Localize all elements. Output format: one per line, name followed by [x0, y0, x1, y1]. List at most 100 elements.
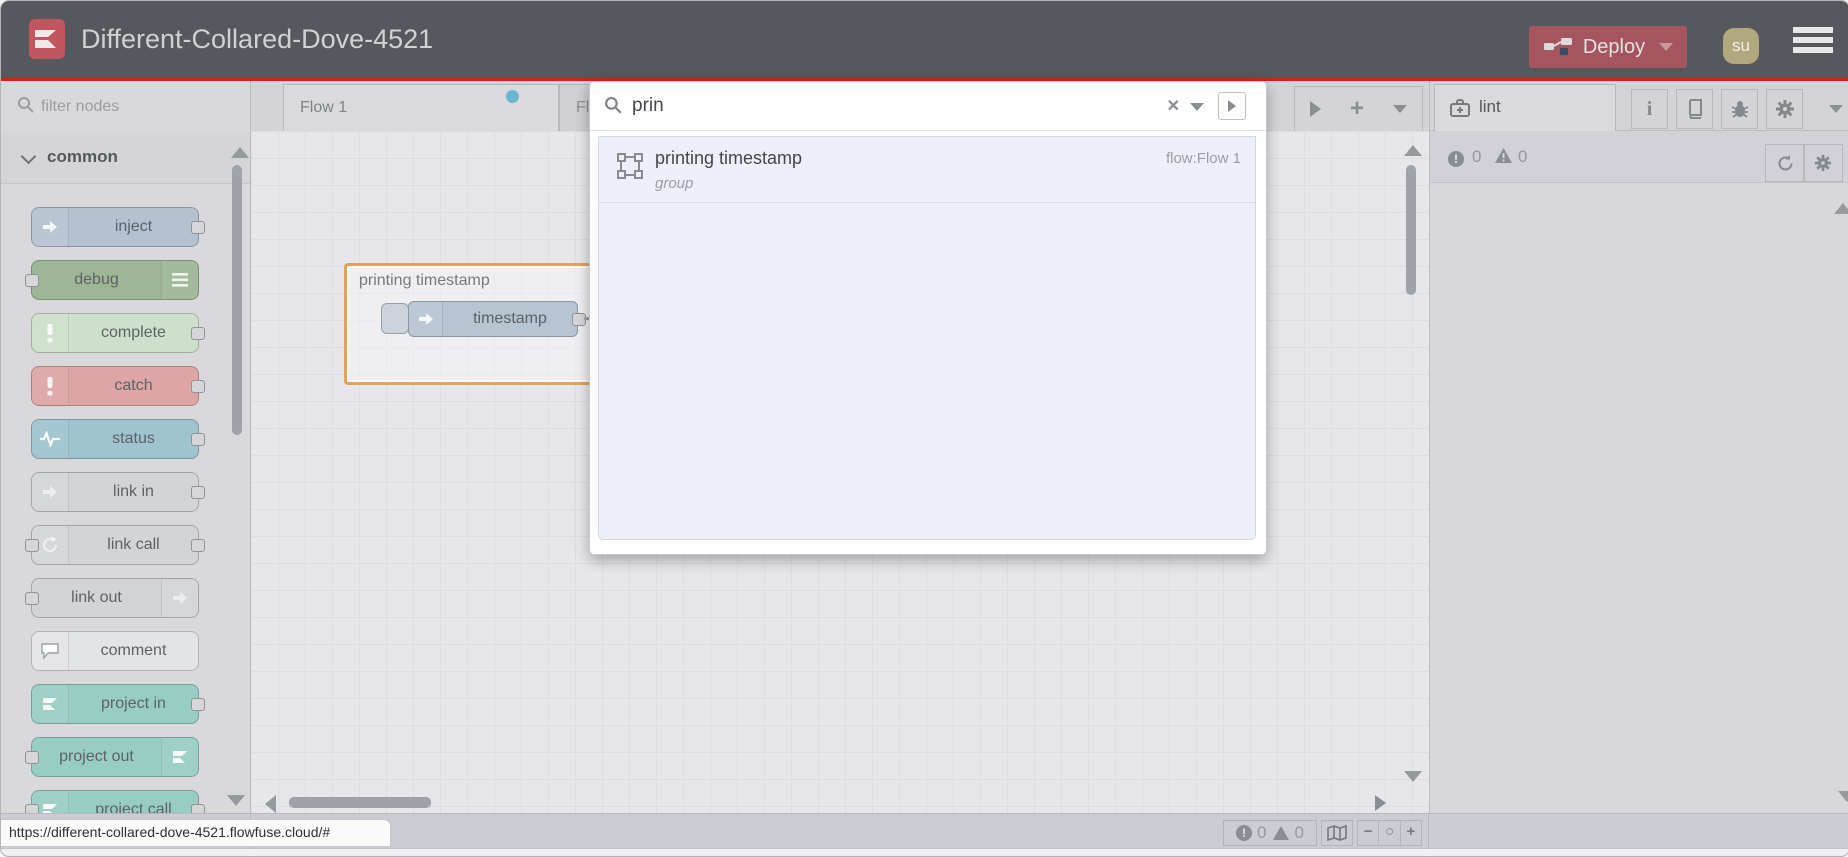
node-port[interactable]: [191, 327, 205, 340]
node-port[interactable]: [191, 698, 205, 711]
search-input[interactable]: [630, 90, 1154, 122]
sidebar-tab-lint[interactable]: lint: [1434, 84, 1616, 131]
sidebar-header: lint i: [1429, 81, 1848, 131]
palette-node-label: link out: [71, 589, 122, 606]
medkit-icon: [1449, 98, 1471, 118]
palette-node-project-in[interactable]: project in: [31, 684, 205, 724]
tab-toolbar: +: [1294, 86, 1423, 132]
node-port[interactable]: [25, 751, 39, 764]
palette-category-common[interactable]: common: [1, 131, 250, 184]
lint-panel: [1429, 183, 1848, 813]
browser-status-url: https://different-collared-dove-4521.flo…: [1, 819, 391, 847]
palette-node-comment[interactable]: comment: [31, 631, 199, 671]
tab-flow1[interactable]: Flow 1: [283, 84, 559, 132]
expand-results-icon[interactable]: [1218, 92, 1246, 120]
canvas-scroll-right-icon[interactable]: [1375, 795, 1386, 811]
node-port[interactable]: [191, 804, 205, 813]
canvas-scroll-down-icon[interactable]: [1404, 771, 1422, 782]
status-url-text: https://different-collared-dove-4521.flo…: [9, 824, 331, 840]
deploy-nodes-icon: [1543, 35, 1573, 59]
search-dialog: ✕ printing timestamp flow:Flow 1 group: [589, 81, 1267, 555]
palette-node-label: link call: [107, 536, 160, 553]
history-caret-icon[interactable]: [1190, 103, 1204, 111]
lint-refresh-button[interactable]: [1765, 144, 1805, 182]
flowfuse-icon: [32, 685, 69, 723]
search-row: ✕: [590, 82, 1266, 131]
palette-scroll-up-icon[interactable]: [231, 147, 249, 158]
flow-list-caret-icon[interactable]: [1393, 105, 1408, 113]
scroll-tabs-right-icon[interactable]: [1309, 101, 1321, 117]
config-nodes-button[interactable]: [1766, 89, 1803, 129]
palette-category-label: common: [47, 147, 118, 166]
palette-node-catch[interactable]: catch: [31, 366, 205, 406]
lint-settings-button[interactable]: [1803, 144, 1843, 182]
add-flow-icon[interactable]: +: [1350, 97, 1364, 121]
link-out-icon: [161, 579, 198, 617]
search-result-row[interactable]: printing timestamp flow:Flow 1 group: [599, 137, 1255, 203]
canvas-scroll-up-icon[interactable]: [1404, 145, 1422, 156]
inject-node-timestamp[interactable]: timestamp: [408, 301, 578, 337]
node-port[interactable]: [191, 486, 205, 499]
node-port[interactable]: [191, 539, 205, 552]
avatar[interactable]: su: [1723, 28, 1759, 64]
palette-node-label: project in: [101, 695, 166, 712]
filter-nodes-input[interactable]: [39, 91, 233, 123]
group-icon: [617, 153, 643, 179]
exclamation-icon: [32, 367, 69, 405]
palette-node-label: catch: [114, 377, 153, 394]
search-result-list: printing timestamp flow:Flow 1 group: [598, 136, 1256, 540]
canvas-vscrollbar-thumb[interactable]: [1406, 165, 1416, 295]
palette-node-status[interactable]: status: [31, 419, 205, 459]
inject-arrow-icon: [409, 302, 443, 336]
sidebar-scroll-down-icon[interactable]: [1838, 791, 1848, 802]
result-type: group: [655, 175, 694, 192]
avatar-initials: su: [1732, 36, 1750, 55]
inject-trigger-button[interactable]: [381, 303, 409, 334]
warning-triangle-icon: [1272, 825, 1290, 841]
node-port[interactable]: [191, 433, 205, 446]
help-button[interactable]: [1676, 89, 1713, 129]
zoom-reset-icon[interactable]: ○: [1378, 821, 1399, 845]
canvas-scroll-left-icon[interactable]: [265, 795, 276, 813]
refresh-icon: [1776, 154, 1795, 173]
canvas-hscrollbar-thumb[interactable]: [289, 797, 431, 808]
palette-node-link-in[interactable]: link in: [31, 472, 205, 512]
error-circle-icon: !: [1448, 148, 1464, 167]
canvas-status-button[interactable]: ! 0 0: [1223, 820, 1317, 846]
pulse-icon: [32, 420, 69, 458]
palette-scrollbar-thumb[interactable]: [232, 165, 242, 435]
palette-node-link-call[interactable]: link call: [25, 525, 205, 565]
palette-scroll-down-icon[interactable]: [227, 795, 245, 806]
node-port[interactable]: [25, 592, 39, 605]
palette-node-label: status: [112, 430, 155, 447]
node-port[interactable]: [25, 804, 39, 813]
debug-messages-button[interactable]: [1721, 89, 1758, 129]
lint-error-count: 0: [1472, 147, 1482, 166]
palette-node-debug[interactable]: debug: [25, 260, 199, 300]
node-palette: common inject debug complete catch status lin…: [1, 131, 251, 813]
zoom-controls: − ○ +: [1357, 820, 1422, 846]
palette-node-project-call[interactable]: project call: [25, 790, 205, 813]
palette-node-project-out[interactable]: project out: [25, 737, 199, 777]
node-port[interactable]: [25, 539, 39, 552]
palette-node-inject[interactable]: inject: [31, 207, 205, 247]
book-icon: [1686, 99, 1704, 119]
node-port[interactable]: [191, 380, 205, 393]
deploy-caret-icon[interactable]: [1659, 43, 1674, 51]
node-port[interactable]: [25, 274, 39, 287]
info-button[interactable]: i: [1631, 89, 1668, 129]
palette-node-complete[interactable]: complete: [31, 313, 205, 353]
header: Different-Collared-Dove-4521 Deploy su: [1, 1, 1848, 77]
navigator-button[interactable]: [1321, 820, 1353, 846]
deploy-button[interactable]: Deploy: [1529, 26, 1687, 68]
palette-node-link-out[interactable]: link out: [25, 578, 199, 618]
zoom-out-icon[interactable]: −: [1358, 821, 1378, 845]
clear-icon[interactable]: ✕: [1167, 96, 1180, 116]
search-icon: [17, 96, 35, 114]
sidebar-scroll-up-icon[interactable]: [1834, 203, 1848, 214]
sidebar-caret-icon[interactable]: [1829, 105, 1843, 113]
palette-node-label: project call: [95, 801, 172, 813]
node-port[interactable]: [191, 221, 205, 234]
zoom-in-icon[interactable]: +: [1399, 821, 1421, 845]
result-flow: flow:Flow 1: [1165, 150, 1241, 167]
